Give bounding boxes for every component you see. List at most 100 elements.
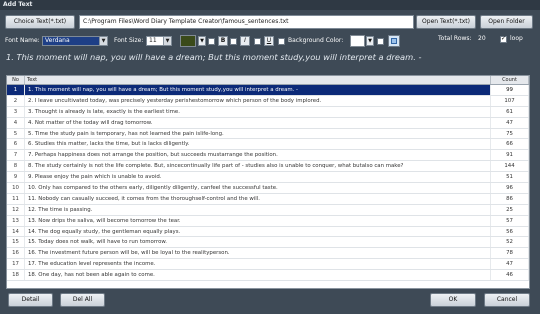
- row-number: 17: [7, 259, 25, 270]
- table-row[interactable]: 5 5. Time the study pain is temporary, ha…: [7, 128, 529, 140]
- ok-button[interactable]: OK: [430, 293, 476, 307]
- window-style-icon[interactable]: [388, 35, 400, 47]
- table-row[interactable]: 1 1. This moment will nap, you will have …: [7, 85, 529, 96]
- delete-all-button[interactable]: Del All: [60, 293, 105, 307]
- row-text: 1. This moment will nap, you will have a…: [25, 85, 491, 95]
- table-row[interactable]: 7 7. Perhaps happiness does not arrange t…: [7, 150, 529, 162]
- option-checkbox[interactable]: [377, 38, 384, 45]
- table-row[interactable]: 14 14. The dog equally study, the gentlem…: [7, 226, 529, 238]
- underline-checkbox[interactable]: [254, 38, 261, 45]
- row-count: 61: [491, 106, 529, 117]
- table-body: 1 1. This moment will nap, you will have …: [7, 85, 529, 282]
- row-text: 18. One day, has not been able again to …: [25, 270, 491, 281]
- table-row[interactable]: 12 12. The time is passing. 25: [7, 204, 529, 216]
- background-color-swatch[interactable]: [350, 35, 365, 47]
- row-number: 1: [7, 85, 25, 95]
- table-row[interactable]: 4 4. Not matter of the today will drag to…: [7, 117, 529, 129]
- column-header-no[interactable]: No: [7, 76, 25, 84]
- background-color-label: Background Color:: [288, 37, 344, 44]
- row-number: 13: [7, 215, 25, 226]
- cancel-button[interactable]: Cancel: [484, 293, 530, 307]
- row-text: 6. Studies this matter, lacks the time, …: [25, 139, 491, 150]
- sentences-table[interactable]: No Text Count 1 1. This moment will nap, …: [6, 75, 530, 289]
- row-number: 7: [7, 150, 25, 161]
- format-checkbox[interactable]: [208, 38, 215, 45]
- italic-checkbox[interactable]: [230, 38, 237, 45]
- table-row[interactable]: 18 18. One day, has not been able again t…: [7, 270, 529, 282]
- row-count: 56: [491, 226, 529, 237]
- detail-button[interactable]: Detail: [8, 293, 53, 307]
- row-count: 51: [491, 172, 529, 183]
- underline-button[interactable]: U: [264, 36, 274, 46]
- row-text: 9. Please enjoy the pain which is unable…: [25, 172, 491, 183]
- row-number: 14: [7, 226, 25, 237]
- table-row[interactable]: 2 2. I leave uncultivated today, was prec…: [7, 95, 529, 107]
- font-name-value: Verdana: [45, 37, 70, 44]
- row-count: 107: [491, 95, 529, 106]
- total-rows-label: Total Rows:: [438, 35, 472, 42]
- row-text: 13. Now drips the saliva, will become to…: [25, 215, 491, 226]
- background-color-dropdown-icon[interactable]: ▼: [366, 36, 374, 46]
- table-row[interactable]: 16 16. The investment future person will …: [7, 248, 529, 260]
- row-number: 5: [7, 128, 25, 139]
- loop-label: loop: [510, 35, 523, 42]
- table-row[interactable]: 9 9. Please enjoy the pain which is unabl…: [7, 172, 529, 184]
- row-count: 57: [491, 215, 529, 226]
- row-count: 66: [491, 139, 529, 150]
- row-count: 86: [491, 193, 529, 204]
- bold-button[interactable]: B: [218, 36, 228, 46]
- font-size-value: 11: [149, 37, 157, 44]
- table-header: No Text Count: [7, 76, 529, 85]
- italic-button[interactable]: I: [240, 36, 250, 46]
- row-number: 4: [7, 117, 25, 128]
- table-row[interactable]: 17 17. The education level represents the…: [7, 259, 529, 271]
- row-text: 4. Not matter of the today will drag tom…: [25, 117, 491, 128]
- text-color-swatch[interactable]: [180, 35, 196, 47]
- column-header-text[interactable]: Text: [25, 76, 491, 84]
- row-count: 78: [491, 248, 529, 259]
- row-text: 5. Time the study pain is temporary, has…: [25, 128, 491, 139]
- row-count: 47: [491, 259, 529, 270]
- chevron-down-icon: ▼: [163, 37, 171, 45]
- background-color-checkbox[interactable]: [278, 38, 285, 45]
- column-header-count[interactable]: Count: [491, 76, 529, 84]
- table-row[interactable]: 15 15. Today does not walk, will have to …: [7, 237, 529, 249]
- font-size-select[interactable]: 11 ▼: [146, 36, 172, 46]
- row-count: 91: [491, 150, 529, 161]
- total-rows-value: 20: [478, 35, 486, 42]
- row-count: 96: [491, 183, 529, 193]
- row-text: 8. The study certainly is not the life c…: [25, 161, 491, 172]
- window-title: Add Text: [0, 0, 540, 10]
- choice-text-button[interactable]: Choice Text(*.txt): [5, 15, 75, 29]
- table-row[interactable]: 8 8. The study certainly is not the life …: [7, 161, 529, 173]
- row-number: 2: [7, 95, 25, 106]
- row-text: 3. Thought is already is late, exactly i…: [25, 106, 491, 117]
- row-number: 12: [7, 204, 25, 215]
- row-number: 8: [7, 161, 25, 172]
- row-number: 6: [7, 139, 25, 150]
- table-row[interactable]: 10 10. Only has compared to the others ea…: [7, 183, 529, 194]
- row-text: 7. Perhaps happiness does not arrange th…: [25, 150, 491, 161]
- row-text: 12. The time is passing.: [25, 204, 491, 215]
- table-row[interactable]: 11 11. Nobody can casually succeed, it co…: [7, 193, 529, 205]
- row-number: 18: [7, 270, 25, 281]
- table-row[interactable]: 3 3. Thought is already is late, exactly …: [7, 106, 529, 118]
- table-row[interactable]: 6 6. Studies this matter, lacks the time,…: [7, 139, 529, 151]
- file-path-field[interactable]: C:\Program Files\Word Diary Template Cre…: [79, 15, 414, 29]
- font-name-label: Font Name:: [5, 37, 40, 44]
- row-text: 15. Today does not walk, will have to ru…: [25, 237, 491, 248]
- row-text: 11. Nobody can casually succeed, it come…: [25, 193, 491, 204]
- row-text: 17. The education level represents the i…: [25, 259, 491, 270]
- table-row[interactable]: 13 13. Now drips the saliva, will become …: [7, 215, 529, 227]
- open-text-button[interactable]: Open Text(*.txt): [416, 15, 476, 29]
- row-text: 2. I leave uncultivated today, was preci…: [25, 95, 491, 106]
- row-count: 52: [491, 237, 529, 248]
- open-folder-button[interactable]: Open Folder: [480, 15, 533, 29]
- row-count: 99: [491, 85, 529, 95]
- font-name-select[interactable]: Verdana ▼: [42, 36, 108, 46]
- text-color-dropdown-icon[interactable]: ▼: [198, 36, 206, 46]
- row-text: 10. Only has compared to the others earl…: [25, 183, 491, 193]
- loop-checkbox[interactable]: [500, 35, 507, 43]
- row-text: 14. The dog equally study, the gentleman…: [25, 226, 491, 237]
- chevron-down-icon: ▼: [99, 37, 107, 45]
